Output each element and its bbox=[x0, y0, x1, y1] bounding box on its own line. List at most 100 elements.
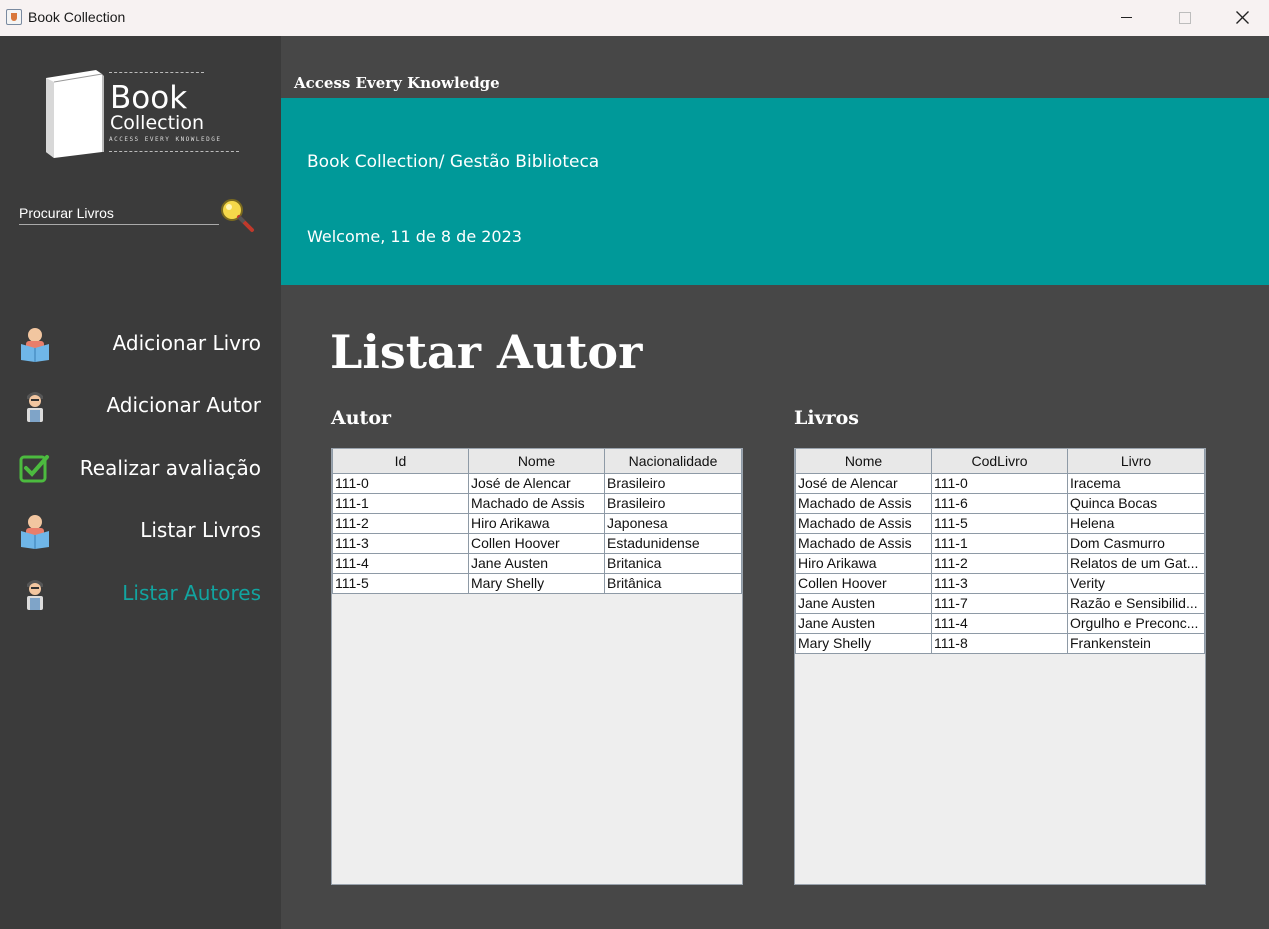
table-cell[interactable]: 111-5 bbox=[332, 572, 469, 594]
author-icon bbox=[27, 392, 43, 422]
table-cell[interactable]: Iracema bbox=[1067, 472, 1205, 494]
table-cell[interactable]: 111-6 bbox=[931, 492, 1068, 514]
table-cell[interactable]: 111-4 bbox=[931, 612, 1068, 634]
table-cell[interactable]: Mary Shelly bbox=[795, 632, 932, 654]
maximize-button[interactable] bbox=[1155, 0, 1213, 36]
welcome-text: Welcome, 11 de 8 de 2023 bbox=[307, 227, 522, 246]
table-cell[interactable]: Jane Austen bbox=[795, 592, 932, 614]
table-cell[interactable]: 111-7 bbox=[931, 592, 1068, 614]
table-cell[interactable]: Verity bbox=[1067, 572, 1205, 594]
table-cell[interactable]: 111-5 bbox=[931, 512, 1068, 534]
sidebar-item-adicionar-livro[interactable]: Adicionar Livro bbox=[0, 319, 281, 369]
table-cell[interactable]: 111-4 bbox=[332, 552, 469, 574]
header-banner: Book Collection/ Gestão Biblioteca Welco… bbox=[281, 98, 1269, 285]
table-row[interactable]: Mary Shelly 111-8 Frankenstein bbox=[795, 632, 1205, 654]
table-cell[interactable]: Helena bbox=[1067, 512, 1205, 534]
table-cell[interactable]: 111-2 bbox=[332, 512, 469, 534]
table-row[interactable]: Machado de Assis 111-6 Quinca Bocas bbox=[795, 492, 1205, 514]
book-logo-icon bbox=[46, 70, 104, 158]
authors-section-title: Autor bbox=[331, 407, 392, 429]
close-icon bbox=[1236, 11, 1249, 24]
column-header[interactable]: Nacionalidade bbox=[604, 449, 742, 474]
logo-book-text: Book bbox=[110, 80, 188, 116]
sidebar-item-label: Adicionar Autor bbox=[106, 393, 261, 417]
sidebar-item-adicionar-autor[interactable]: Adicionar Autor bbox=[0, 381, 281, 431]
column-header[interactable]: Id bbox=[332, 449, 469, 474]
table-row[interactable]: 111-0 José de Alencar Brasileiro bbox=[332, 472, 742, 494]
table-cell[interactable]: Jane Austen bbox=[468, 552, 605, 574]
close-button[interactable] bbox=[1213, 0, 1269, 36]
table-cell[interactable]: 111-1 bbox=[931, 532, 1068, 554]
table-row[interactable]: Collen Hoover 111-3 Verity bbox=[795, 572, 1205, 594]
table-row[interactable]: 111-3 Collen Hoover Estadunidense bbox=[332, 532, 742, 554]
column-header[interactable]: Livro bbox=[1067, 449, 1205, 474]
table-cell[interactable]: Mary Shelly bbox=[468, 572, 605, 594]
table-cell[interactable]: Machado de Assis bbox=[795, 512, 932, 534]
books-section-title: Livros bbox=[794, 407, 859, 429]
header-tagline: Access Every Knowledge bbox=[294, 74, 500, 92]
table-cell[interactable]: Britânica bbox=[604, 572, 742, 594]
table-cell[interactable]: Brasileiro bbox=[604, 472, 742, 494]
table-cell[interactable]: Machado de Assis bbox=[795, 532, 932, 554]
logo-divider-top bbox=[109, 72, 204, 73]
table-cell[interactable]: Britanica bbox=[604, 552, 742, 574]
table-row[interactable]: 111-1 Machado de Assis Brasileiro bbox=[332, 492, 742, 514]
minimize-button[interactable] bbox=[1097, 0, 1155, 36]
table-row[interactable]: Machado de Assis 111-1 Dom Casmurro bbox=[795, 532, 1205, 554]
table-row[interactable]: 111-5 Mary Shelly Britânica bbox=[332, 572, 742, 594]
sidebar-item-label: Adicionar Livro bbox=[112, 331, 261, 355]
authors-table: Id Nome Nacionalidade 111-0 José de Alencar… bbox=[332, 449, 742, 594]
table-cell[interactable]: Estadunidense bbox=[604, 532, 742, 554]
table-cell[interactable]: 111-3 bbox=[931, 572, 1068, 594]
table-row[interactable]: Machado de Assis 111-5 Helena bbox=[795, 512, 1205, 534]
book-collection-logo: Book Collection ACCESS EVERY KNOWLEDGE bbox=[40, 66, 250, 161]
table-cell[interactable]: Collen Hoover bbox=[468, 532, 605, 554]
table-row[interactable]: Jane Austen 111-7 Razão e Sensibilid... bbox=[795, 592, 1205, 614]
table-cell[interactable]: 111-0 bbox=[931, 472, 1068, 494]
table-cell[interactable]: Jane Austen bbox=[795, 612, 932, 634]
logo-divider-bottom bbox=[109, 151, 239, 152]
table-row[interactable]: Jane Austen 111-4 Orgulho e Preconc... bbox=[795, 612, 1205, 634]
table-cell[interactable]: Machado de Assis bbox=[795, 492, 932, 514]
search-input[interactable] bbox=[19, 204, 219, 222]
logo-collection-text: Collection bbox=[110, 112, 204, 134]
table-header-row: Id Nome Nacionalidade bbox=[332, 449, 742, 474]
table-cell[interactable]: Frankenstein bbox=[1067, 632, 1205, 654]
sidebar-item-listar-livros[interactable]: Listar Livros bbox=[0, 506, 281, 556]
table-cell[interactable]: Brasileiro bbox=[604, 492, 742, 514]
table-cell[interactable]: Dom Casmurro bbox=[1067, 532, 1205, 554]
table-cell[interactable]: 111-8 bbox=[931, 632, 1068, 654]
table-cell[interactable]: 111-3 bbox=[332, 532, 469, 554]
table-cell[interactable]: Orgulho e Preconc... bbox=[1067, 612, 1205, 634]
column-header[interactable]: CodLivro bbox=[931, 449, 1068, 474]
page-title: Listar Autor bbox=[330, 325, 643, 379]
sidebar-item-realizar-avaliacao[interactable]: Realizar avaliação bbox=[0, 444, 281, 494]
checkbox-icon bbox=[19, 455, 49, 483]
breadcrumb: Book Collection/ Gestão Biblioteca bbox=[307, 152, 600, 172]
table-cell[interactable]: 111-2 bbox=[931, 552, 1068, 574]
table-cell[interactable]: Collen Hoover bbox=[795, 572, 932, 594]
table-row[interactable]: José de Alencar 111-0 Iracema bbox=[795, 472, 1205, 494]
table-cell[interactable]: José de Alencar bbox=[468, 472, 605, 494]
table-cell[interactable]: Hiro Arikawa bbox=[468, 512, 605, 534]
table-cell[interactable]: 111-1 bbox=[332, 492, 469, 514]
table-cell[interactable]: Japonesa bbox=[604, 512, 742, 534]
table-row[interactable]: 111-4 Jane Austen Britanica bbox=[332, 552, 742, 574]
table-cell[interactable]: 111-0 bbox=[332, 472, 469, 494]
table-cell[interactable]: Hiro Arikawa bbox=[795, 552, 932, 574]
author-icon bbox=[27, 580, 43, 610]
search-icon[interactable] bbox=[219, 197, 257, 235]
table-cell[interactable]: Quinca Bocas bbox=[1067, 492, 1205, 514]
column-header[interactable]: Nome bbox=[468, 449, 605, 474]
table-cell[interactable]: Machado de Assis bbox=[468, 492, 605, 514]
table-cell[interactable]: Relatos de um Gat... bbox=[1067, 552, 1205, 574]
table-row[interactable]: Hiro Arikawa 111-2 Relatos de um Gat... bbox=[795, 552, 1205, 574]
window-titlebar: Book Collection bbox=[0, 0, 1269, 36]
sidebar-item-listar-autores[interactable]: Listar Autores bbox=[0, 569, 281, 619]
column-header[interactable]: Nome bbox=[795, 449, 932, 474]
reader-icon bbox=[21, 515, 49, 549]
table-row[interactable]: 111-2 Hiro Arikawa Japonesa bbox=[332, 512, 742, 534]
logo-tagline: ACCESS EVERY KNOWLEDGE bbox=[109, 136, 222, 143]
table-cell[interactable]: Razão e Sensibilid... bbox=[1067, 592, 1205, 614]
table-cell[interactable]: José de Alencar bbox=[795, 472, 932, 494]
